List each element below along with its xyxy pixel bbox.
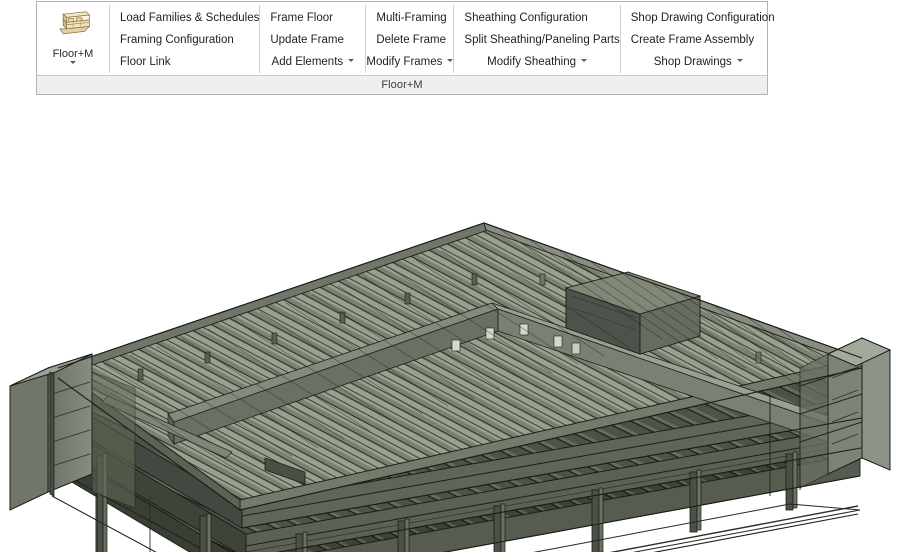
- shop-drawings-dropdown-button[interactable]: Shop Drawings: [621, 51, 776, 73]
- modify-sheathing-label: Modify Sheathing: [487, 56, 577, 68]
- chevron-down-icon: [348, 59, 355, 63]
- revit-3d-view[interactable]: [0, 96, 898, 552]
- split-sheathing-paneling-parts-button[interactable]: Split Sheathing/Paneling Parts: [454, 29, 619, 51]
- ribbon-group-3: Multi-Framing Delete Frame Modify Frames: [366, 2, 454, 75]
- ribbon-group-4: Sheathing Configuration Split Sheathing/…: [454, 2, 619, 75]
- shop-drawings-label: Shop Drawings: [653, 56, 732, 68]
- modify-frames-label: Modify Frames: [366, 56, 443, 68]
- ribbon-group-1: Load Families & Schedules Framing Config…: [110, 2, 259, 75]
- multi-framing-button[interactable]: Multi-Framing: [366, 7, 453, 29]
- create-frame-assembly-button[interactable]: Create Frame Assembly: [621, 29, 776, 51]
- ribbon-panel-title: Floor+M: [37, 75, 767, 94]
- ribbon-panel-body: Floor+M Load Families & Schedules Framin…: [37, 2, 775, 75]
- chevron-down-icon[interactable]: [70, 61, 76, 64]
- model-canvas: [0, 96, 898, 552]
- ribbon-group-5: Shop Drawing Configuration Create Frame …: [621, 2, 776, 75]
- ribbon-panel-floor-m: Floor+M Load Families & Schedules Framin…: [36, 1, 775, 95]
- framing-configuration-button[interactable]: Framing Configuration: [110, 29, 259, 51]
- floor-deck-icon: [55, 9, 91, 39]
- update-frame-button[interactable]: Update Frame: [260, 29, 365, 51]
- floor-m-button-label: Floor+M: [52, 48, 94, 60]
- ribbon-group-2: Frame Floor Update Frame Add Elements: [260, 2, 365, 75]
- load-families-and-schedules-button[interactable]: Load Families & Schedules: [110, 7, 259, 29]
- sheathing-configuration-button[interactable]: Sheathing Configuration: [454, 7, 619, 29]
- chevron-down-icon: [447, 59, 454, 63]
- frame-floor-button[interactable]: Frame Floor: [260, 7, 365, 29]
- chevron-down-icon: [736, 59, 743, 63]
- floor-link-button[interactable]: Floor Link: [110, 51, 259, 73]
- modify-frames-dropdown-button[interactable]: Modify Frames: [366, 51, 454, 73]
- add-elements-dropdown-button[interactable]: Add Elements: [260, 51, 365, 73]
- modify-sheathing-dropdown-button[interactable]: Modify Sheathing: [454, 51, 619, 73]
- chevron-down-icon: [581, 59, 588, 63]
- shop-drawing-configuration-button[interactable]: Shop Drawing Configuration: [621, 7, 776, 29]
- delete-frame-button[interactable]: Delete Frame: [366, 29, 453, 51]
- floor-m-split-button[interactable]: Floor+M: [37, 2, 109, 75]
- add-elements-label: Add Elements: [271, 56, 344, 68]
